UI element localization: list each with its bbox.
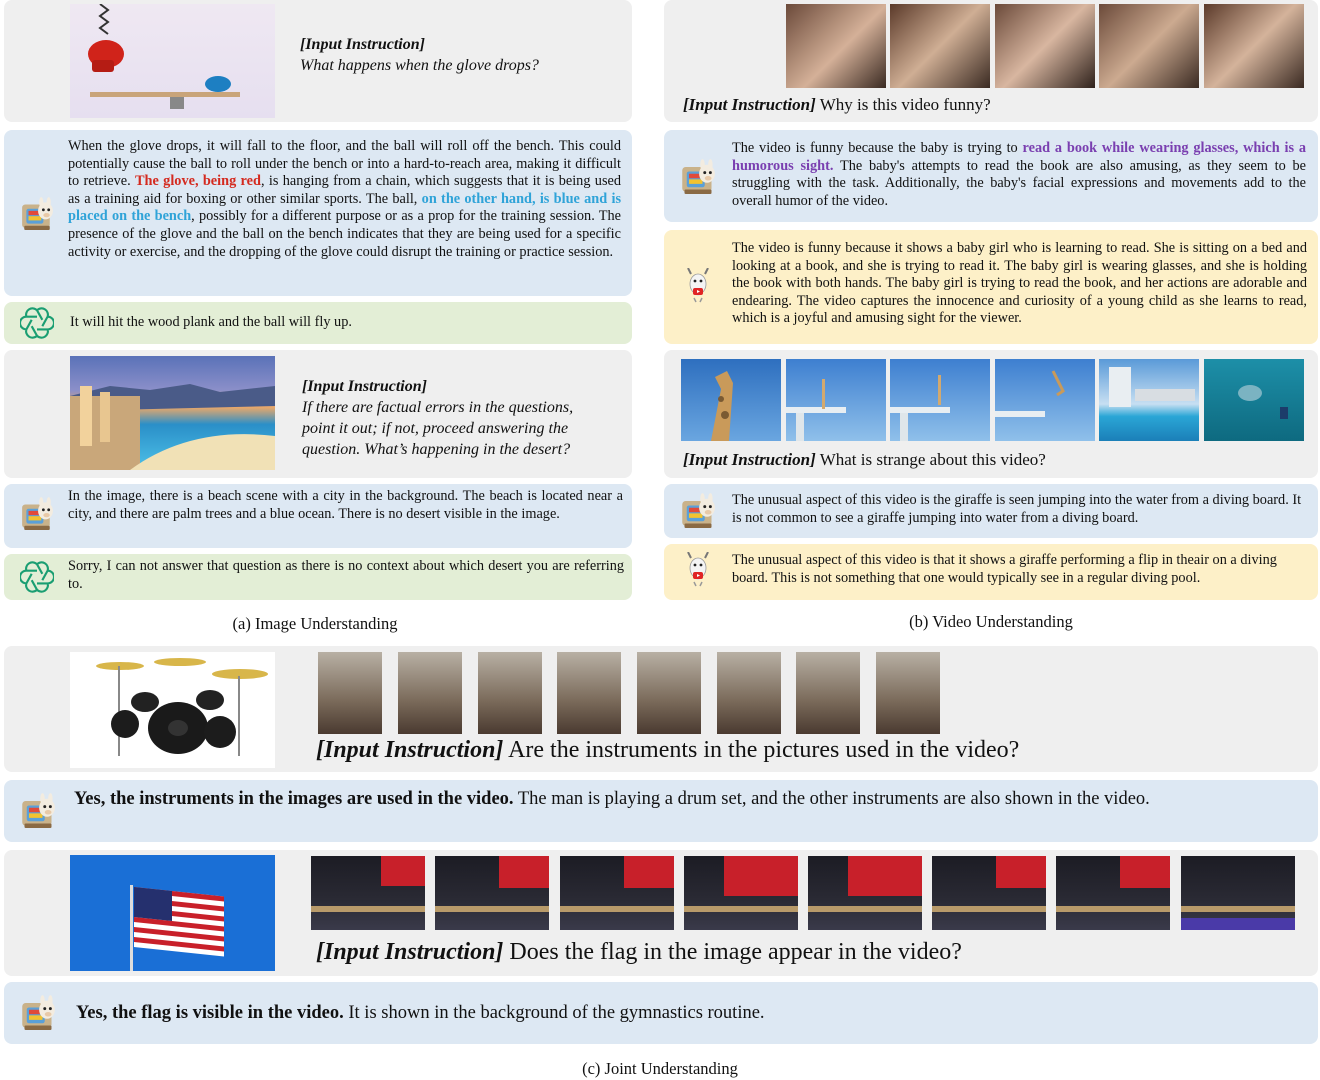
video-frame <box>1056 856 1170 930</box>
video-frame <box>808 856 922 930</box>
instruction-label: [Input Instruction] <box>683 450 816 469</box>
video-frame <box>876 652 940 734</box>
llama-avatar-icon <box>682 493 715 528</box>
video-frame <box>681 4 781 88</box>
goat-avatar-icon <box>687 552 709 587</box>
answer-ours: Yes, the instruments in the images are u… <box>74 788 1296 811</box>
answer-bold: Yes, the instruments in the images are u… <box>74 789 514 809</box>
answer-ours: In the image, there is a beach scene wit… <box>68 488 623 522</box>
beach-city-image <box>70 356 275 470</box>
llama-avatar-icon <box>22 497 53 530</box>
instruction-text: What happens when the glove drops? <box>300 57 539 74</box>
boxing-glove-image <box>70 4 275 118</box>
drum-set-image <box>70 652 275 768</box>
llama-avatar-icon <box>22 995 55 1030</box>
instruction-label: [Input Instruction] <box>316 939 504 965</box>
answer-gpt: Sorry, I can not answer that question as… <box>68 558 624 592</box>
video-frame <box>890 4 990 88</box>
answer-bold: Yes, the flag is visible in the video. <box>76 1003 344 1023</box>
goat-avatar-icon <box>687 268 709 303</box>
video-frame <box>557 652 621 734</box>
answer-text: The video is funny because the baby is t… <box>732 140 1023 156</box>
answer-other: The video is funny because it shows a ba… <box>732 240 1307 327</box>
video-frame <box>398 652 462 734</box>
caption-a: (a) Image Understanding <box>232 614 398 633</box>
instruction: [Input Instruction] Are the instruments … <box>316 736 1019 764</box>
answer-highlight-red: The glove, being red <box>135 173 261 190</box>
instruction: [Input Instruction] What happens when th… <box>300 34 620 76</box>
instruction-text: Does the flag in the image appear in the… <box>503 939 962 965</box>
video-frame <box>1099 359 1199 441</box>
answer-ours: Yes, the flag is visible in the video. I… <box>76 1002 1276 1025</box>
video-frame <box>786 359 886 441</box>
answer-ours: The unusual aspect of this video is the … <box>732 492 1302 526</box>
video-frame <box>681 359 781 441</box>
answer-other: The unusual aspect of this video is that… <box>732 552 1277 586</box>
video-frame <box>478 652 542 734</box>
video-frame <box>995 359 1095 441</box>
answer-text: The man is playing a drum set, and the o… <box>513 789 1150 809</box>
llama-avatar-icon <box>22 197 53 230</box>
video-frame <box>786 4 886 88</box>
video-frame <box>637 652 701 734</box>
chatgpt-logo-icon <box>20 560 54 594</box>
video-frame <box>995 4 1095 88</box>
instruction-label: [Input Instruction] <box>302 378 427 395</box>
video-frame <box>1181 856 1295 930</box>
video-frame <box>796 652 860 734</box>
llama-avatar-icon <box>22 793 55 828</box>
instruction-label: [Input Instruction] <box>316 737 504 763</box>
video-frame <box>1204 359 1304 441</box>
answer-ours: When the glove drops, it will fall to th… <box>68 138 621 261</box>
chatgpt-logo-icon <box>20 306 54 340</box>
answer-gpt: It will hit the wood plank and the ball … <box>70 314 352 330</box>
llama-avatar-icon <box>682 159 715 194</box>
instruction-label: [Input Instruction] <box>300 36 425 53</box>
american-flag-image <box>70 855 275 971</box>
instruction: [Input Instruction] If there are factual… <box>302 376 607 460</box>
instruction: [Input Instruction] Why is this video fu… <box>683 94 991 116</box>
instruction-text: Are the instruments in the pictures used… <box>503 737 1020 763</box>
instruction: [Input Instruction] What is strange abou… <box>683 449 1046 471</box>
video-frame <box>717 652 781 734</box>
video-frame <box>932 856 1046 930</box>
video-frame <box>560 856 674 930</box>
video-frame <box>311 856 425 930</box>
instruction-text: What is strange about this video? <box>815 450 1046 469</box>
instruction: [Input Instruction] Does the flag in the… <box>316 938 962 966</box>
video-frame <box>435 856 549 930</box>
instruction-label: [Input Instruction] <box>683 95 816 114</box>
video-frame <box>684 856 798 930</box>
video-frame <box>1099 4 1199 88</box>
video-frame <box>890 359 990 441</box>
caption-c: (c) Joint Understanding <box>582 1059 738 1078</box>
answer-text: It is shown in the background of the gym… <box>343 1003 765 1023</box>
video-frame <box>1204 4 1304 88</box>
video-frame <box>318 652 382 734</box>
answer-ours: The video is funny because the baby is t… <box>732 140 1306 210</box>
instruction-text: If there are factual errors in the quest… <box>302 399 574 458</box>
caption-b: (b) Video Understanding <box>909 612 1073 631</box>
instruction-text: Why is this video funny? <box>815 95 991 114</box>
